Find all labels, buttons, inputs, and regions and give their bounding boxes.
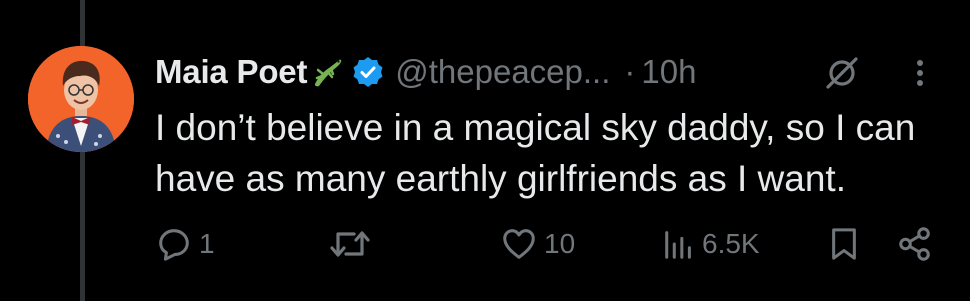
repost-button[interactable] — [328, 222, 378, 266]
reply-count: 1 — [199, 228, 215, 259]
views-button[interactable]: 6.5K — [662, 222, 760, 266]
post-time[interactable]: 10h — [641, 53, 696, 91]
separator-dot: · — [624, 53, 636, 90]
more-vertical-icon — [917, 60, 923, 86]
avatar-image — [28, 46, 134, 152]
views-count: 6.5K — [702, 228, 760, 259]
bookmark-button[interactable] — [828, 222, 860, 266]
repost-arrows-icon — [330, 231, 370, 257]
author-handle[interactable]: @thepeacep... — [395, 53, 610, 91]
like-count: 10 — [544, 228, 576, 259]
avatar[interactable] — [28, 46, 134, 152]
post-header: Maia Poet @thepeacep... · 10h — [155, 48, 696, 96]
grok-button[interactable] — [821, 52, 863, 94]
share-button[interactable] — [896, 222, 934, 266]
lizard-icon — [309, 54, 345, 90]
more-button[interactable] — [900, 52, 940, 94]
bookmark-icon — [832, 228, 856, 260]
post-text: I don’t believe in a magical sky daddy, … — [155, 107, 916, 199]
views-bar-chart-icon — [665, 231, 691, 259]
author-name[interactable]: Maia Poet — [155, 53, 307, 91]
grok-slash-icon — [826, 57, 858, 89]
reply-button[interactable]: 1 — [155, 222, 215, 266]
verified-badge-icon[interactable] — [351, 55, 385, 89]
heart-icon — [503, 229, 535, 259]
like-button[interactable]: 10 — [500, 222, 575, 266]
share-icon — [899, 227, 930, 261]
reply-bubble-icon — [159, 229, 189, 261]
